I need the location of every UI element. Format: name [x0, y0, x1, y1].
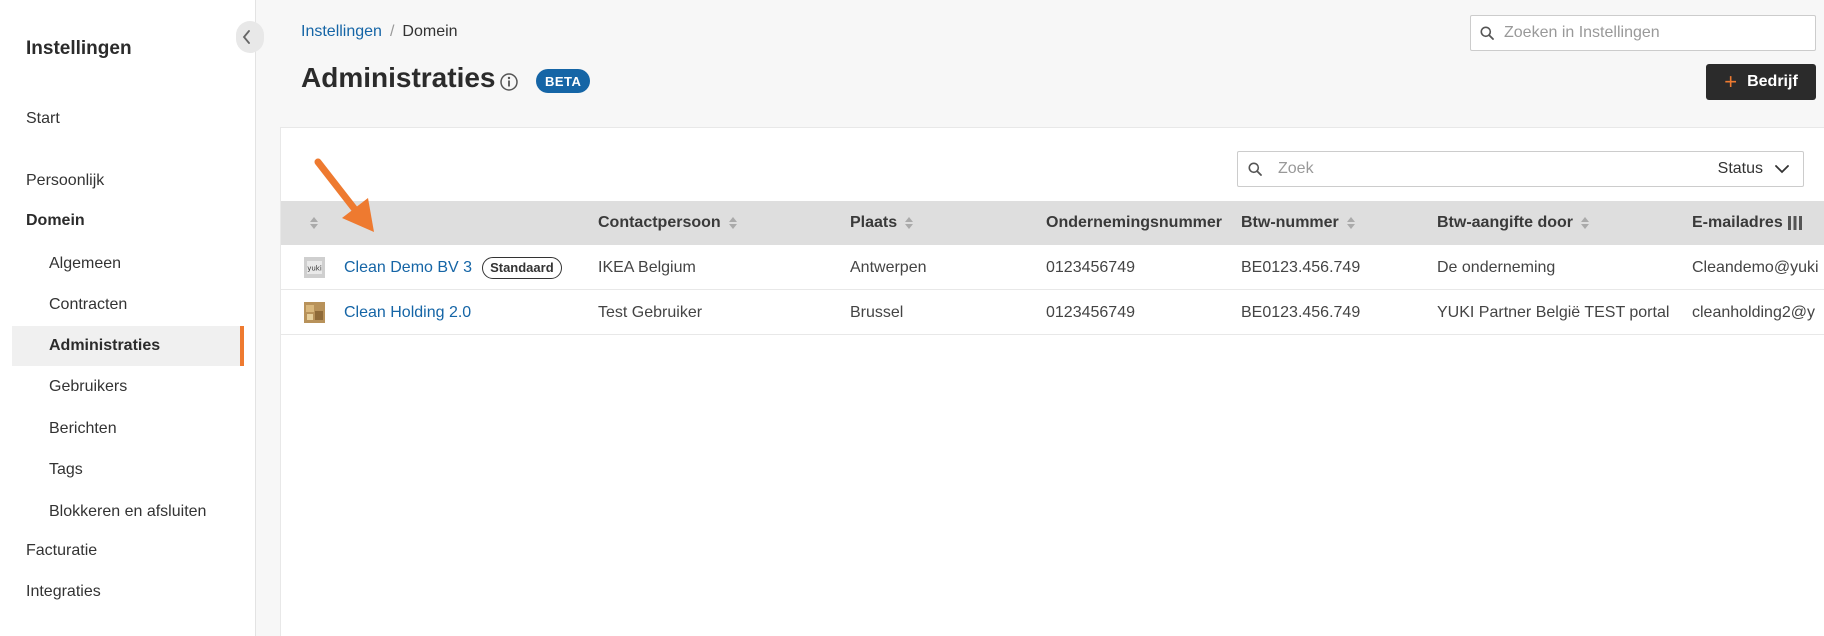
columns-icon[interactable] — [1787, 215, 1803, 231]
sort-icon — [728, 217, 737, 229]
sidebar-item-persoonlijk[interactable]: Persoonlijk — [26, 172, 104, 190]
search-icon — [1248, 162, 1262, 176]
vat-number-cell: BE0123.456.749 — [1241, 303, 1361, 321]
column-header-ondernemingsnummer[interactable]: Ondernemingsnummer — [1046, 201, 1222, 245]
company-number-cell: 0123456749 — [1046, 303, 1135, 321]
column-header-plaats[interactable]: Plaats — [850, 201, 914, 245]
company-logo-icon: yuki — [304, 257, 325, 278]
table-search-input[interactable] — [1278, 160, 1658, 178]
email-cell: cleanholding2@y — [1692, 303, 1815, 321]
breadcrumb-separator: / — [389, 23, 395, 40]
info-icon[interactable] — [499, 72, 519, 92]
sidebar-item-administraties[interactable]: Administraties — [12, 326, 244, 366]
page-title: Administraties — [301, 62, 496, 93]
company-name-cell: Clean Holding 2.0 — [344, 290, 471, 335]
sidebar-item-berichten[interactable]: Berichten — [12, 409, 244, 449]
vat-number-cell: BE0123.456.749 — [1241, 258, 1361, 276]
sort-icon — [1581, 217, 1589, 229]
column-header-btw-aangifte[interactable]: Btw-aangifte door — [1437, 201, 1589, 245]
status-dropdown[interactable]: Status — [1718, 152, 1789, 186]
sidebar-item-facturatie[interactable]: Facturatie — [26, 542, 97, 560]
place-cell: Antwerpen — [850, 258, 927, 276]
administrations-card: Status Contactpersoon Plaats Onderneming… — [280, 127, 1824, 636]
sidebar-item-algemeen[interactable]: Algemeen — [12, 244, 244, 284]
sidebar-item-domein[interactable]: Domein — [26, 212, 85, 230]
sidebar-collapse-button[interactable] — [236, 21, 264, 53]
sidebar-title: Instellingen — [26, 38, 132, 59]
vat-by-cell: YUKI Partner België TEST portal — [1437, 303, 1670, 321]
sidebar: Instellingen Start Persoonlijk Domein Al… — [0, 0, 256, 636]
column-header-btw-nummer[interactable]: Btw-nummer — [1241, 201, 1355, 245]
beta-badge: BETA — [536, 69, 591, 93]
breadcrumb: Instellingen / Domein — [301, 23, 458, 41]
settings-search — [1470, 15, 1816, 51]
company-number-cell: 0123456749 — [1046, 258, 1135, 276]
sidebar-item-integraties[interactable]: Integraties — [26, 583, 101, 601]
column-header-email[interactable]: E-mailadres — [1692, 201, 1792, 245]
chevron-down-icon — [1775, 164, 1789, 173]
table-search: Status — [1237, 151, 1804, 187]
column-header-logo[interactable] — [310, 201, 318, 245]
svg-text:yuki: yuki — [307, 265, 322, 273]
breadcrumb-current: Domein — [402, 23, 458, 40]
sidebar-item-start[interactable]: Start — [26, 110, 60, 128]
place-cell: Brussel — [850, 303, 904, 321]
active-indicator — [240, 326, 244, 366]
sidebar-item-blokkeren[interactable]: Blokkeren en afsluiten — [12, 492, 244, 532]
table-header: Contactpersoon Plaats Ondernemingsnummer… — [281, 201, 1824, 245]
sort-icon — [310, 217, 318, 229]
sort-icon — [1346, 217, 1355, 229]
settings-search-input[interactable] — [1504, 24, 1804, 42]
company-name-link[interactable]: Clean Demo BV 3 — [344, 259, 472, 277]
contact-cell: IKEA Belgium — [598, 258, 696, 276]
sidebar-item-gebruikers[interactable]: Gebruikers — [12, 367, 244, 407]
contact-cell: Test Gebruiker — [598, 303, 703, 321]
search-icon — [1480, 26, 1494, 40]
add-company-button[interactable]: + Bedrijf — [1706, 64, 1816, 100]
status-dropdown-label: Status — [1717, 160, 1763, 177]
sidebar-item-tags[interactable]: Tags — [12, 450, 244, 490]
email-cell: Cleandemo@yuki — [1692, 258, 1819, 276]
sidebar-item-label: Administraties — [49, 337, 161, 354]
company-name-cell: Clean Demo BV 3 Standaard — [344, 245, 562, 290]
table-row[interactable]: Clean Holding 2.0 Test Gebruiker Brussel… — [281, 290, 1824, 335]
vat-by-cell: De onderneming — [1437, 258, 1556, 276]
default-badge: Standaard — [482, 256, 562, 279]
sort-icon — [905, 217, 914, 229]
chevron-left-icon — [242, 30, 250, 44]
add-company-label: Bedrijf — [1747, 73, 1798, 90]
company-logo-icon — [304, 302, 325, 323]
company-name-link[interactable]: Clean Holding 2.0 — [344, 304, 471, 322]
sidebar-item-contracten[interactable]: Contracten — [12, 285, 244, 325]
column-header-contactpersoon[interactable]: Contactpersoon — [598, 201, 737, 245]
table-row[interactable]: yuki Clean Demo BV 3 Standaard IKEA Belg… — [281, 245, 1824, 290]
plus-icon: + — [1724, 69, 1738, 94]
breadcrumb-link-instellingen[interactable]: Instellingen — [301, 23, 382, 41]
